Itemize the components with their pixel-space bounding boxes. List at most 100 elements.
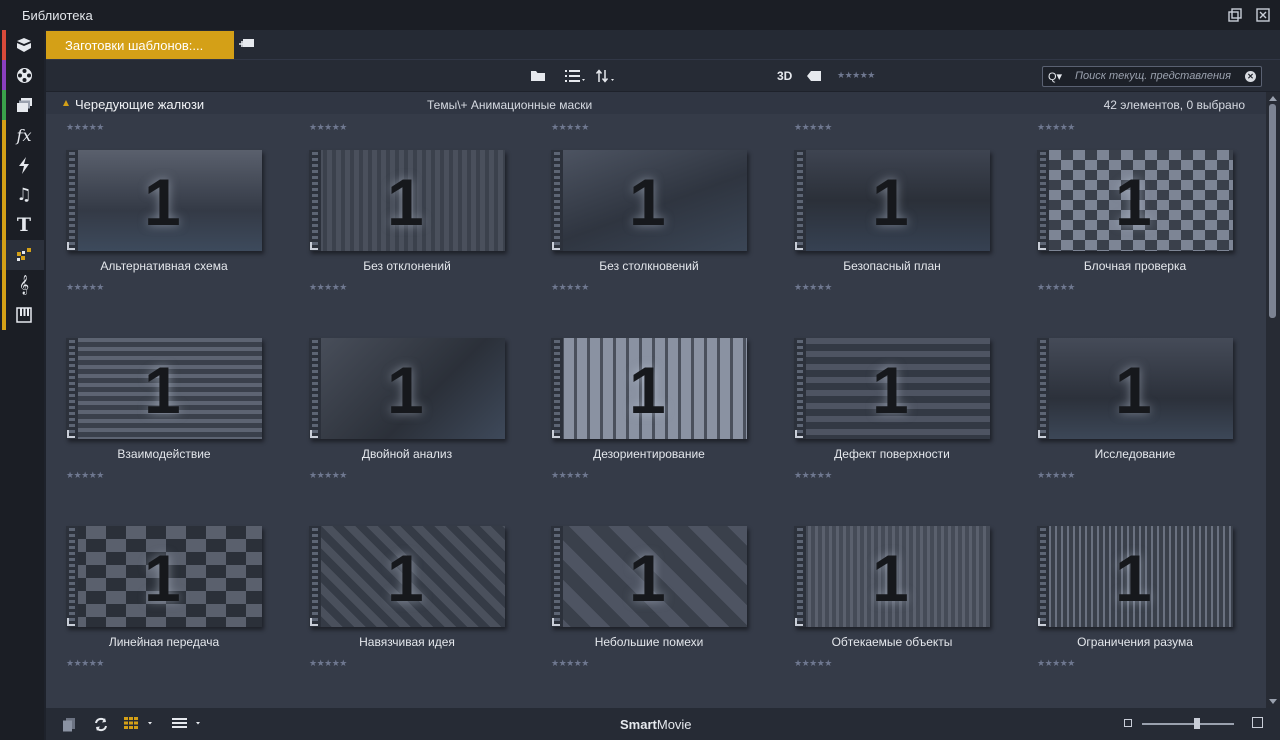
template-thumbnail[interactable]: 1	[1037, 526, 1233, 627]
sidebar-item-titles[interactable]: T	[0, 210, 44, 240]
template-thumbnail[interactable]: 1	[551, 338, 747, 439]
film-reel-icon	[12, 64, 36, 86]
category-color-bar	[2, 150, 6, 180]
3d-filter-button[interactable]: 3D	[777, 69, 792, 83]
sort-icon[interactable]	[595, 69, 618, 83]
vertical-scrollbar[interactable]	[1266, 92, 1280, 708]
rating-stars[interactable]: ★★★★★	[1037, 470, 1075, 481]
collapse-arrow-icon[interactable]	[63, 100, 69, 106]
list-view-icon[interactable]	[565, 69, 587, 83]
tab-templates[interactable]: Заготовки шаблонов:...	[46, 31, 234, 59]
rating-stars[interactable]: ★★★★★	[66, 658, 104, 669]
template-item[interactable]: 1 Небольшие помехи ★★★★★	[531, 504, 773, 690]
template-thumbnail[interactable]: 1	[1037, 150, 1233, 251]
template-item[interactable]: 1 Дезориентирование ★★★★★	[531, 316, 773, 502]
rating-stars[interactable]: ★★★★★	[551, 658, 589, 669]
zoom-out-icon[interactable]	[1124, 719, 1132, 727]
rating-stars[interactable]: ★★★★★	[309, 282, 347, 293]
template-thumbnail[interactable]: 1	[66, 526, 262, 627]
template-label: Навязчивая идея	[359, 635, 455, 649]
template-thumbnail[interactable]: 1	[309, 150, 505, 251]
rating-stars[interactable]: ★★★★★	[309, 658, 347, 669]
template-item[interactable]: 1 Исследование ★★★★★	[1017, 316, 1259, 502]
search-icon[interactable]: Q▾	[1048, 70, 1062, 83]
template-thumbnail[interactable]: 1	[309, 526, 505, 627]
rating-stars[interactable]: ★★★★★	[66, 282, 104, 293]
sidebar-item-templates[interactable]	[0, 240, 44, 270]
template-label: Без столкновений	[599, 259, 699, 273]
rating-stars[interactable]: ★★★★★	[794, 282, 832, 293]
template-item[interactable]: 1 Обтекаемые объекты ★★★★★	[774, 504, 1016, 690]
thumbnail-number: 1	[1115, 541, 1152, 615]
zoom-slider[interactable]	[1142, 723, 1234, 725]
category-color-bar	[2, 300, 6, 330]
template-thumbnail[interactable]: 1	[551, 150, 747, 251]
rating-stars[interactable]: ★★★★★	[794, 658, 832, 669]
template-thumbnail[interactable]: 1	[309, 338, 505, 439]
zoom-slider-thumb[interactable]	[1194, 718, 1201, 729]
add-tab-icon[interactable]	[238, 37, 256, 51]
category-color-bar	[2, 210, 6, 240]
tag-icon[interactable]	[806, 69, 822, 83]
template-thumbnail[interactable]: 1	[1037, 338, 1233, 439]
template-item[interactable]: 1 Без столкновений ★★★★★	[531, 128, 773, 314]
sidebar-item-piano[interactable]	[0, 300, 44, 330]
template-item[interactable]: 1 Блочная проверка ★★★★★	[1017, 128, 1259, 314]
template-item[interactable]: 1 Дефект поверхности ★★★★★	[774, 316, 1016, 502]
group-header[interactable]: Чередующие жалюзи Темы\+ Анимационные ма…	[46, 92, 1266, 114]
template-item[interactable]: 1 Линейная передача ★★★★★	[46, 504, 288, 690]
template-thumbnail[interactable]: 1	[794, 526, 990, 627]
search-input[interactable]: Q▾ Поиск текущ. представления ✕	[1042, 66, 1262, 87]
sidebar-item-effects[interactable]: fx	[0, 120, 44, 150]
templates-icon	[12, 244, 36, 266]
clear-search-icon[interactable]: ✕	[1245, 71, 1256, 82]
template-item[interactable]: 1 Навязчивая идея ★★★★★	[289, 504, 531, 690]
smartmovie-button[interactable]: SmartMovie	[620, 717, 692, 732]
rating-stars[interactable]: ★★★★★	[1037, 282, 1075, 293]
grid-view-icon[interactable]	[124, 717, 156, 732]
rating-stars[interactable]: ★★★★★	[309, 470, 347, 481]
template-label: Блочная проверка	[1083, 259, 1187, 273]
rating-stars[interactable]: ★★★★★	[1037, 658, 1075, 669]
template-item[interactable]: 1 Альтернативная схема ★★★★★	[46, 128, 288, 314]
template-item[interactable]: 1 Без отклонений ★★★★★	[289, 128, 531, 314]
template-label: Обтекаемые объекты	[831, 635, 953, 649]
tab-strip: Заготовки шаблонов:...	[46, 30, 1280, 59]
resize-corner-icon	[1038, 618, 1046, 626]
list-layout-icon[interactable]	[172, 717, 204, 732]
template-thumbnail[interactable]: 1	[794, 338, 990, 439]
template-item[interactable]: 1 Взаимодействие ★★★★★	[46, 316, 288, 502]
template-item[interactable]: 1 Двойной анализ ★★★★★	[289, 316, 531, 502]
rating-stars[interactable]: ★★★★★	[551, 470, 589, 481]
resize-corner-icon	[1038, 242, 1046, 250]
rating-stars[interactable]: ★★★★★	[794, 470, 832, 481]
undock-icon[interactable]	[1228, 8, 1242, 22]
thumbnail-number: 1	[629, 165, 666, 239]
scroll-down-icon[interactable]	[1269, 699, 1277, 704]
template-label: Исследование	[1094, 447, 1176, 461]
refresh-icon[interactable]	[93, 717, 109, 735]
folder-icon[interactable]	[530, 69, 546, 83]
sidebar-item-montage[interactable]	[0, 150, 44, 180]
filmstrip-decoration	[309, 338, 321, 439]
zoom-in-icon[interactable]	[1252, 717, 1263, 728]
scrollbar-thumb[interactable]	[1269, 104, 1276, 318]
template-thumbnail[interactable]: 1	[66, 338, 262, 439]
sidebar-item-transitions[interactable]	[0, 60, 44, 90]
rating-stars[interactable]: ★★★★★	[66, 470, 104, 481]
template-thumbnail[interactable]: 1	[66, 150, 262, 251]
template-thumbnail[interactable]: 1	[794, 150, 990, 251]
filmstrip-decoration	[1037, 338, 1049, 439]
template-thumbnail[interactable]: 1	[551, 526, 747, 627]
sidebar-item-scores[interactable]: 𝄞	[0, 270, 44, 300]
sidebar-item-media[interactable]	[0, 90, 44, 120]
rating-filter[interactable]: ★★★★★	[837, 70, 875, 84]
template-item[interactable]: 1 Ограничения разума ★★★★★	[1017, 504, 1259, 690]
template-item[interactable]: 1 Безопасный план ★★★★★	[774, 128, 1016, 314]
rating-stars[interactable]: ★★★★★	[551, 282, 589, 293]
scroll-up-icon[interactable]	[1269, 96, 1277, 101]
close-panel-icon[interactable]	[1256, 8, 1270, 22]
copy-icon[interactable]	[62, 717, 76, 735]
sidebar-item-projects[interactable]	[0, 30, 44, 60]
sidebar-item-audio[interactable]: ♫	[0, 180, 44, 210]
